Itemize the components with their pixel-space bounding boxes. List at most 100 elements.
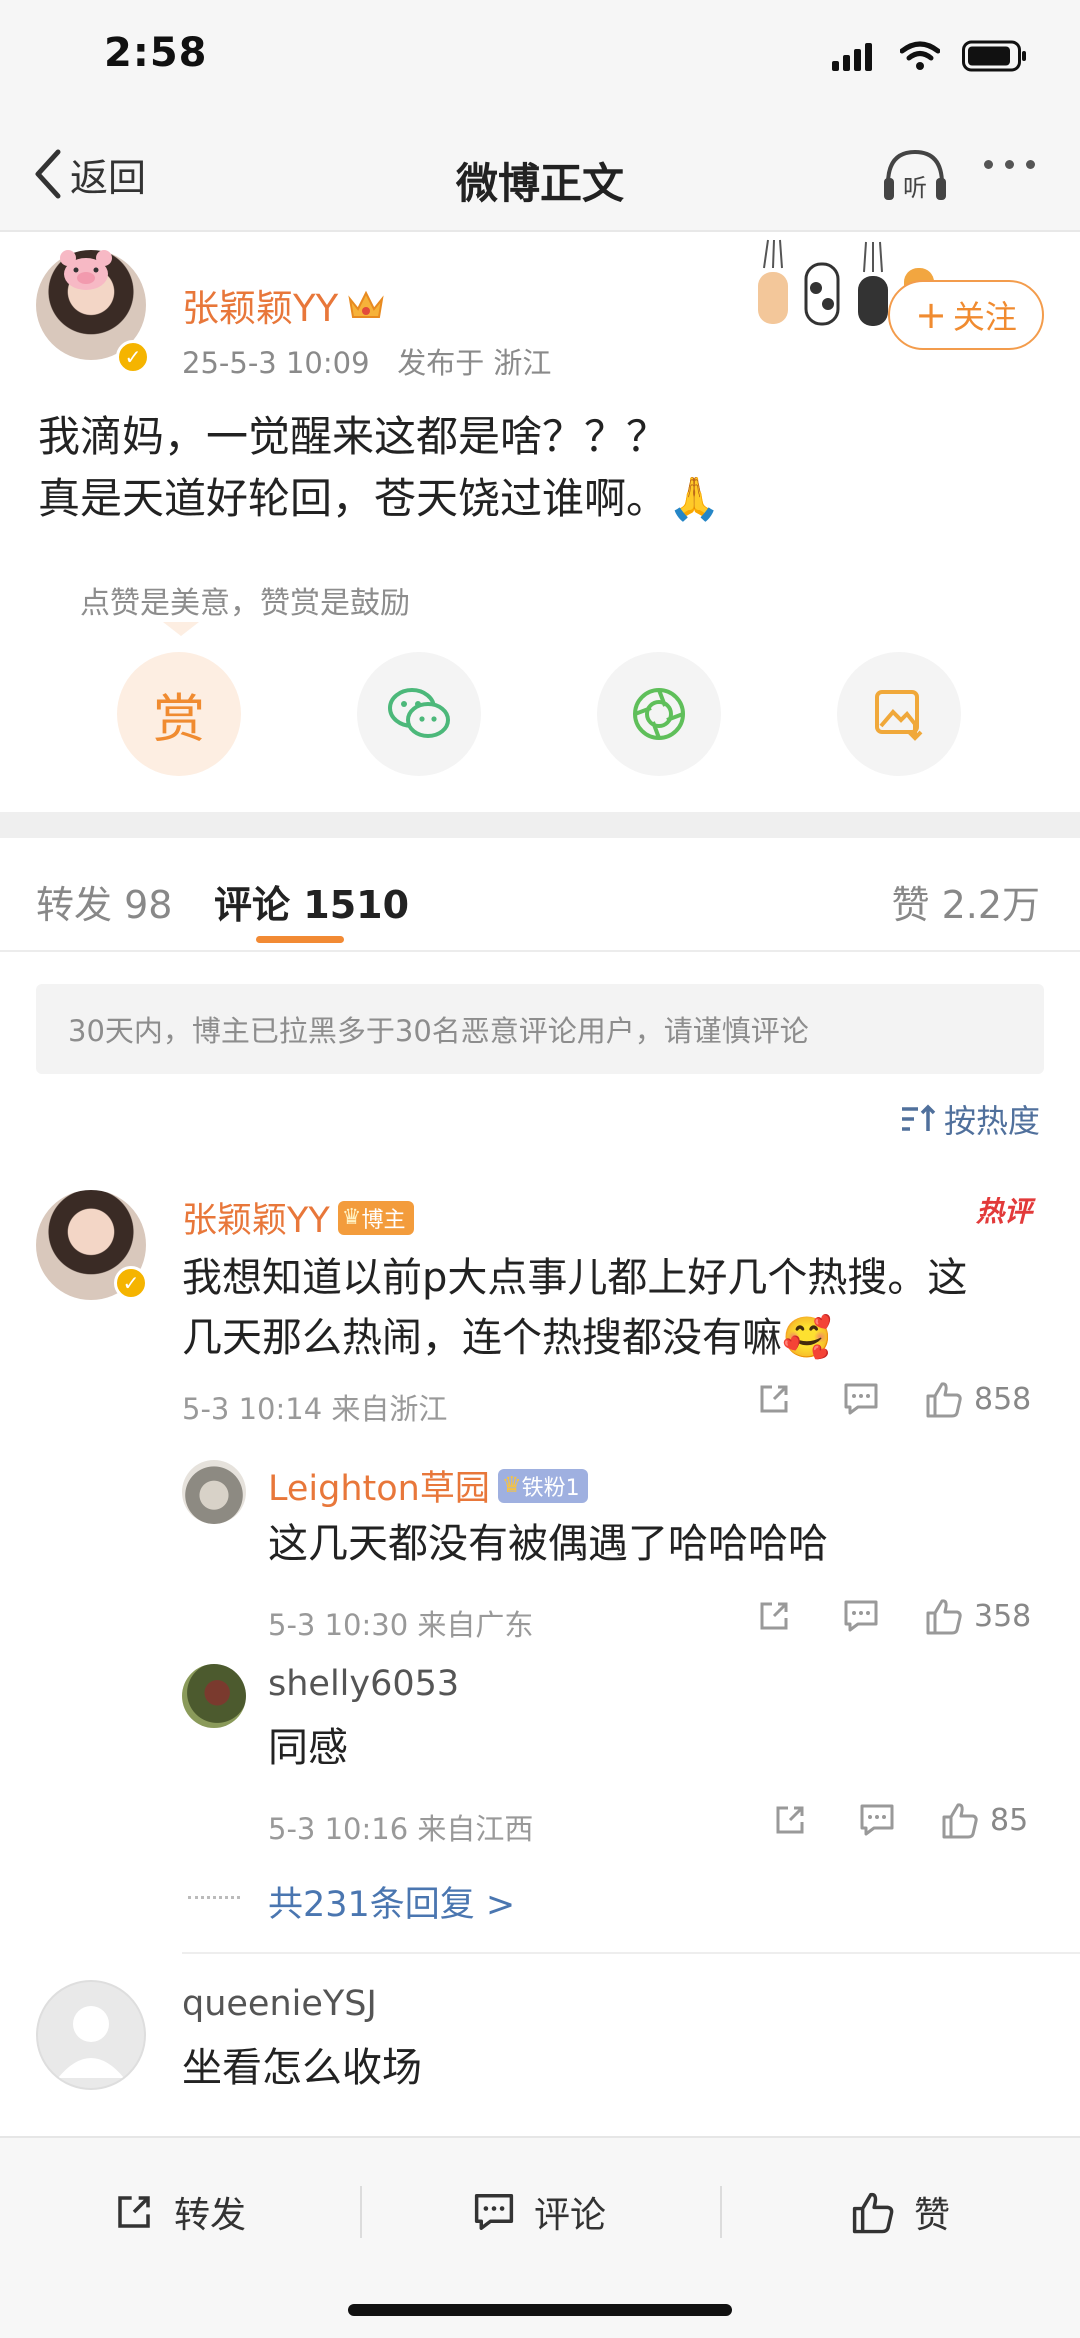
- home-indicator[interactable]: [348, 2304, 732, 2316]
- like-button[interactable]: 858: [924, 1380, 1031, 1418]
- more-replies-link[interactable]: 共231条回复 >: [268, 1876, 515, 1927]
- reply-avatar[interactable]: [182, 1460, 246, 1524]
- reward-button[interactable]: 赏: [117, 652, 241, 776]
- tab-like-count: 2.2万: [941, 883, 1040, 927]
- sort-label: 按热度: [943, 1102, 1040, 1140]
- reward-hint: 点赞是美意，赞赏是鼓励: [80, 586, 410, 621]
- comment-meta: 5-3 10:14 来自浙江: [182, 1392, 448, 1426]
- repost-label: 转发: [174, 2195, 247, 2236]
- thumbs-up-icon: [852, 2192, 894, 2234]
- battery-icon: [962, 40, 1026, 72]
- post-author[interactable]: 张颖颖YY: [182, 278, 386, 332]
- share-moments-button[interactable]: [597, 652, 721, 776]
- comment-actions: 858: [756, 1380, 1031, 1418]
- tab-like-label: 赞: [891, 883, 930, 927]
- sort-button[interactable]: 按热度: [900, 1096, 1040, 1142]
- moments-icon: [633, 688, 685, 740]
- more-dot: [984, 160, 993, 169]
- comment-author-name: queenieYSJ: [182, 1984, 377, 2024]
- tab-repost[interactable]: 转发 98: [36, 874, 172, 929]
- headphones-icon: 听: [884, 149, 946, 202]
- thumbs-up-icon: [926, 1599, 962, 1635]
- bar-separator: [720, 2186, 722, 2238]
- replies-dots: [188, 1896, 240, 1899]
- status-time: 2:58: [104, 30, 208, 76]
- comment-author-name: 张颖颖YY: [182, 1201, 330, 1241]
- bar-separator: [360, 2186, 362, 2238]
- comment-author[interactable]: 张颖颖YY ♛ 博主: [182, 1192, 414, 1243]
- comment-notice: 30天内，博主已拉黑多于30名恶意评论用户，请谨慎评论: [36, 984, 1044, 1074]
- signal-icon: [832, 43, 872, 71]
- like-button[interactable]: 358: [924, 1597, 1031, 1635]
- tab-comment-label: 评论: [214, 883, 291, 927]
- post-location: 发布于 浙江: [397, 346, 552, 380]
- like-button[interactable]: 赞: [850, 2186, 950, 2238]
- verified-badge-icon: ✓: [114, 1266, 148, 1300]
- comment-text: 坐看怎么收场: [182, 2045, 422, 2091]
- reply-text: 同感: [268, 1725, 348, 1771]
- comment-icon: [474, 2194, 514, 2230]
- hot-comment-badge: 热评: [976, 1195, 1033, 1228]
- post-text-line: 我滴妈，一觉醒来这都是啥？？？: [38, 412, 669, 461]
- comment-avatar[interactable]: [36, 1980, 146, 2090]
- follow-button[interactable]: + 关注: [888, 280, 1044, 350]
- share-icon[interactable]: [756, 1598, 792, 1634]
- reply-author[interactable]: shelly6053: [268, 1664, 459, 1704]
- thumbs-up-icon: [942, 1803, 978, 1839]
- tab-bar: 转发 98 评论 1510 赞 2.2万: [0, 838, 1080, 952]
- tab-underline: [256, 936, 344, 943]
- comment-divider: [182, 1952, 1080, 1954]
- crown-icon: [348, 290, 384, 318]
- tab-repost-count: 98: [124, 883, 173, 927]
- like-label: 赞: [914, 2195, 951, 2236]
- verified-badge-icon: ✓: [116, 340, 150, 374]
- image-download-icon: [875, 690, 923, 741]
- owner-tag: ♛ 博主: [337, 1200, 414, 1235]
- reply-icon[interactable]: [842, 1598, 880, 1634]
- status-bar: 2:58: [0, 0, 1080, 120]
- fan-tag: ♛ 铁粉1: [497, 1468, 588, 1503]
- comment-button[interactable]: 评论: [472, 2186, 606, 2238]
- listen-button[interactable]: 听: [880, 144, 950, 208]
- comment-text-line: 几天那么热闹，连个热搜都没有嘛🥰: [182, 1315, 832, 1361]
- reply-author-name: shelly6053: [268, 1664, 460, 1704]
- reply-avatar[interactable]: [182, 1664, 246, 1728]
- more-button[interactable]: [984, 160, 1035, 169]
- fan-tag-label: 铁粉1: [521, 1475, 580, 1501]
- tab-repost-label: 转发: [36, 883, 113, 927]
- comment-author[interactable]: queenieYSJ: [182, 1984, 377, 2024]
- hint-caret-icon: [163, 622, 199, 636]
- reply-text: 这几天都没有被偶遇了哈哈哈哈: [268, 1521, 828, 1567]
- repost-button[interactable]: 转发: [112, 2186, 246, 2238]
- share-icon[interactable]: [772, 1802, 808, 1838]
- post-body: 我滴妈，一觉醒来这都是啥？？？ 真是天道好轮回，苍天饶过谁啊。🙏: [38, 406, 1048, 530]
- share-wechat-button[interactable]: [357, 652, 481, 776]
- comment-text-line: 我想知道以前p大点事儿都上好几个热搜。这: [182, 1255, 968, 1301]
- more-dot: [1005, 160, 1014, 169]
- status-icons: [832, 40, 1028, 72]
- comment-text: 我想知道以前p大点事儿都上好几个热搜。这 几天那么热闹，连个热搜都没有嘛🥰: [182, 1248, 1042, 1368]
- reply-actions: 358: [756, 1597, 1031, 1635]
- reply-meta: 5-3 10:30 来自广东: [268, 1608, 534, 1642]
- section-divider: [0, 812, 1080, 838]
- like-count: 85: [990, 1802, 1029, 1838]
- post-author-name: 张颖颖YY: [182, 287, 339, 330]
- tab-comment-count: 1510: [303, 883, 410, 927]
- reply-icon[interactable]: [858, 1802, 896, 1838]
- default-avatar-icon: [58, 2006, 124, 2078]
- pig-sticker-icon: [60, 250, 112, 290]
- tab-comment[interactable]: 评论 1510: [214, 874, 409, 929]
- nav-bar: 返回 微博正文 听: [0, 120, 1080, 232]
- share-icon[interactable]: [756, 1381, 792, 1417]
- owner-tag-label: 博主: [361, 1207, 406, 1233]
- reward-label: 赏: [152, 689, 205, 750]
- reply-icon[interactable]: [842, 1381, 880, 1417]
- tab-like[interactable]: 赞 2.2万: [891, 874, 1040, 929]
- reply-actions: 85: [772, 1801, 1028, 1839]
- crown-icon: ♛: [341, 1205, 362, 1230]
- like-button[interactable]: 85: [940, 1801, 1028, 1839]
- save-image-button[interactable]: [837, 652, 961, 776]
- reply-author[interactable]: Leighton草园 ♛ 铁粉1: [268, 1460, 588, 1511]
- like-count: 858: [974, 1381, 1032, 1417]
- reply-meta: 5-3 10:16 来自江西: [268, 1812, 534, 1846]
